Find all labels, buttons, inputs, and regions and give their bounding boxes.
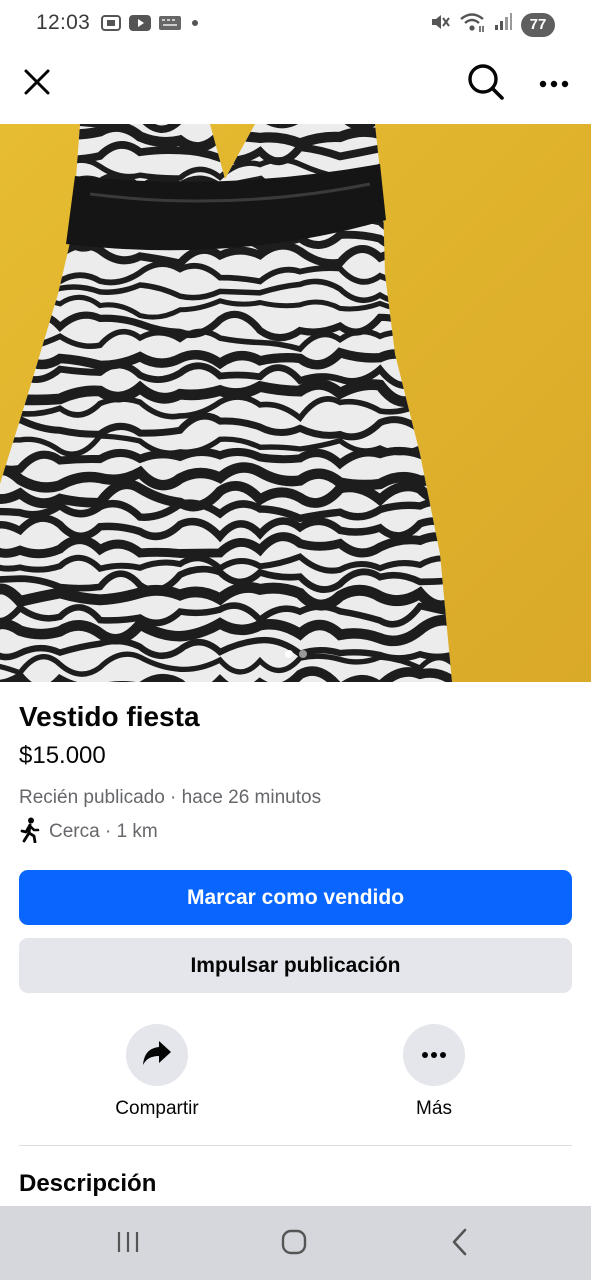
description-heading: Descripción — [19, 1170, 157, 1197]
status-bar: 12:03 77 — [0, 0, 591, 46]
more-options-button[interactable] — [530, 60, 578, 108]
status-left-icons — [100, 13, 202, 38]
system-navigation-bar — [0, 1206, 591, 1280]
status-time: 12:03 — [36, 11, 91, 34]
listing-photo[interactable] — [0, 124, 591, 682]
listing-title: Vestido fiesta — [19, 701, 200, 732]
more-action[interactable]: Más — [364, 1024, 504, 1120]
walking-person-icon — [19, 817, 41, 848]
pagination-dot — [298, 650, 307, 658]
pagination-dot — [284, 650, 293, 658]
listing-price: $15.000 — [19, 742, 106, 769]
close-button[interactable] — [13, 60, 61, 108]
search-icon — [467, 63, 505, 106]
share-button[interactable] — [126, 1024, 188, 1086]
more-label: Más — [416, 1098, 452, 1119]
listing-location: Cerca · 1 km — [19, 817, 158, 848]
battery-badge: 77 — [521, 12, 555, 37]
youtube-icon — [128, 14, 152, 37]
back-button[interactable] — [440, 1224, 480, 1264]
more-button[interactable] — [403, 1024, 465, 1086]
top-navigation — [0, 54, 591, 114]
signal-icon — [493, 12, 513, 37]
photo-pagination — [0, 650, 591, 658]
status-right-icons: 77 — [429, 11, 555, 38]
recent-apps-icon — [115, 1230, 141, 1259]
boost-listing-button[interactable]: Impulsar publicación — [19, 938, 572, 993]
marketplace-listing-screen: 12:03 77 Vestido fiesta $15.000 Recién p… — [0, 0, 591, 1280]
dress-image — [0, 124, 591, 682]
home-button[interactable] — [274, 1224, 314, 1264]
notification-dot-icon — [188, 14, 202, 37]
more-icon — [421, 1046, 447, 1064]
share-label: Compartir — [115, 1098, 199, 1119]
close-icon — [23, 68, 51, 101]
recent-apps-button[interactable] — [108, 1224, 148, 1264]
share-arrow-icon — [141, 1039, 173, 1072]
more-options-icon — [539, 75, 569, 93]
back-icon — [450, 1228, 470, 1261]
listing-posted-time: Recién publicado · hace 26 minutos — [19, 787, 322, 808]
home-icon — [280, 1228, 308, 1261]
mute-icon — [429, 11, 451, 38]
search-button[interactable] — [462, 60, 510, 108]
screenshot-icon — [100, 13, 122, 38]
keyboard-icon — [158, 14, 182, 37]
share-action[interactable]: Compartir — [87, 1024, 227, 1120]
mark-as-sold-button[interactable]: Marcar como vendido — [19, 870, 572, 925]
divider — [19, 1145, 572, 1146]
location-text: Cerca · 1 km — [49, 821, 158, 842]
wifi-icon — [459, 11, 485, 38]
